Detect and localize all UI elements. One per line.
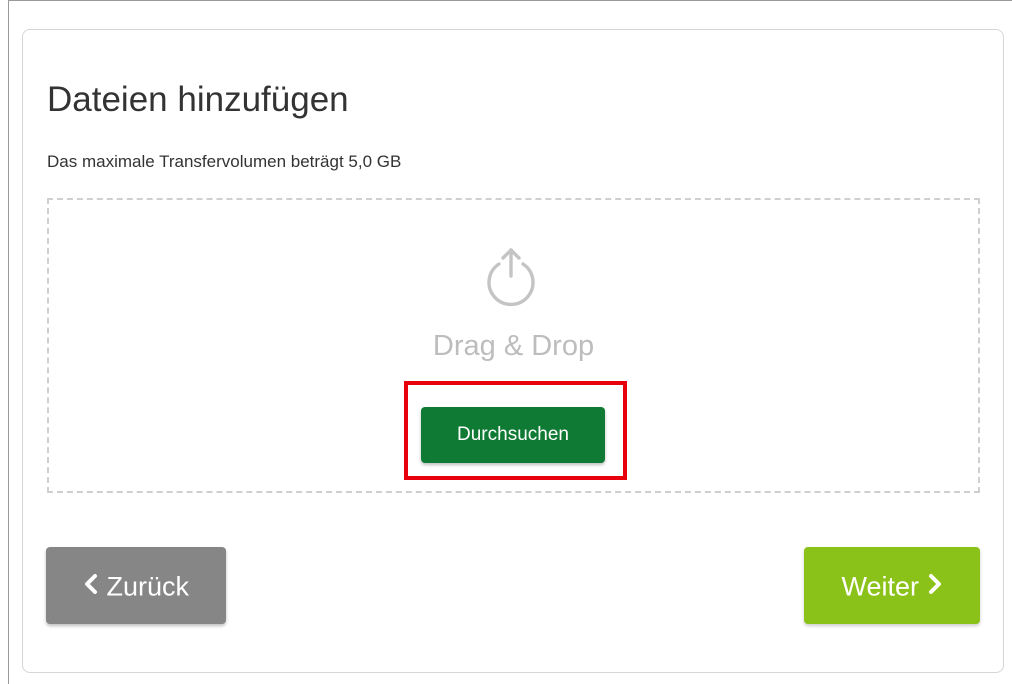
next-button-label: Weiter: [841, 571, 919, 602]
upload-icon: [487, 248, 535, 307]
window-frame-top: [8, 0, 1012, 1]
transfer-limit-text: Das maximale Transfervolumen beträgt 5,0…: [47, 152, 402, 171]
chevron-right-icon: [928, 573, 941, 594]
chevron-left-icon: [84, 573, 97, 594]
browse-button[interactable]: Durchsuchen: [421, 407, 605, 463]
back-button[interactable]: Zurück: [46, 547, 226, 624]
drag-and-drop-label: Drag & Drop: [432, 330, 595, 362]
back-button-label: Zurück: [106, 571, 190, 602]
upload-page: Dateien hinzufügen Das maximale Transfer…: [0, 0, 1012, 684]
next-button[interactable]: Weiter: [804, 547, 980, 624]
window-frame-left: [8, 0, 9, 684]
page-title: Dateien hinzufügen: [47, 80, 349, 119]
